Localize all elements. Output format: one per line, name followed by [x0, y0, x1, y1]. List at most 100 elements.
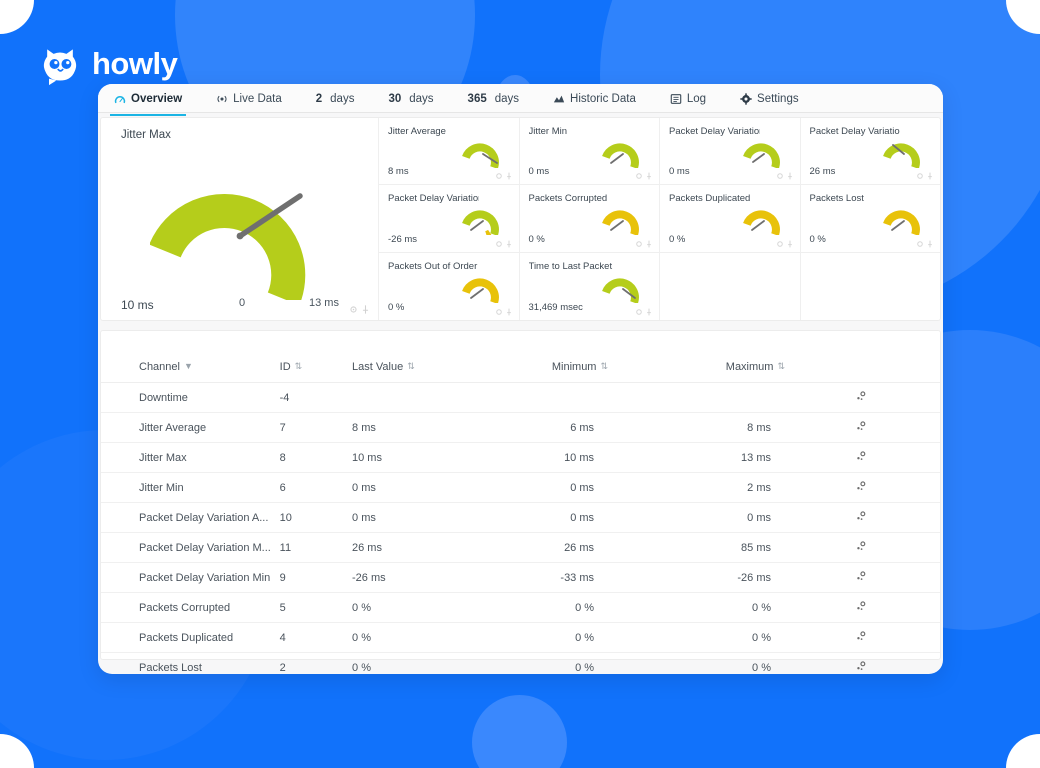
tab-30-days[interactable]: 30 days [388, 84, 433, 113]
column-header-minimum[interactable]: Minimum⇅ [516, 357, 686, 383]
small-gauge-tools[interactable] [916, 240, 934, 248]
pin-icon[interactable] [505, 172, 513, 180]
tab-log[interactable]: Log [670, 84, 706, 113]
gear-icon[interactable] [635, 172, 643, 180]
small-gauge-tools[interactable] [776, 240, 794, 248]
pin-icon[interactable] [361, 305, 370, 314]
small-gauge-packets-duplicated[interactable]: Packets Duplicated 0 % [660, 185, 801, 252]
table-row[interactable]: Packets Corrupted50 %0 %0 % [101, 593, 940, 623]
gear-icon[interactable] [635, 308, 643, 316]
small-gauge-tools[interactable] [495, 172, 513, 180]
pin-icon[interactable] [786, 172, 794, 180]
cell-actions[interactable] [855, 563, 940, 593]
small-gauge-packets-corrupted[interactable]: Packets Corrupted 0 % [520, 185, 661, 252]
small-gauge-jitter-average[interactable]: Jitter Average 8 ms [379, 118, 520, 185]
pin-icon[interactable] [926, 172, 934, 180]
small-gauge-packet-delay-variation-min[interactable]: Packet Delay Variation -26 ms [379, 185, 520, 252]
small-gauge-svg [601, 197, 645, 235]
cell-maximum: 0 % [686, 623, 855, 653]
cell-actions[interactable] [855, 443, 940, 473]
settings-dots-icon[interactable] [855, 451, 866, 465]
small-gauge-tools[interactable] [916, 172, 934, 180]
pin-icon[interactable] [505, 308, 513, 316]
small-gauge-packets-lost[interactable]: Packets Lost 0 % [801, 185, 941, 252]
cell-actions[interactable] [855, 383, 940, 413]
gear-icon[interactable] [776, 172, 784, 180]
cell-actions[interactable] [855, 533, 940, 563]
settings-dots-icon[interactable] [855, 481, 866, 495]
sort-desc-icon[interactable]: ▼ [184, 361, 193, 371]
table-row[interactable]: Packets Lost20 %0 %0 % [101, 653, 940, 675]
gear-icon[interactable] [776, 240, 784, 248]
column-header-last-value[interactable]: Last Value⇅ [352, 357, 516, 383]
pin-icon[interactable] [645, 240, 653, 248]
small-gauge-svg [461, 130, 505, 168]
small-gauge-value: 0 ms [669, 166, 690, 177]
sort-icon[interactable]: ⇅ [295, 361, 303, 372]
small-gauge-tools[interactable] [495, 240, 513, 248]
table-row[interactable]: Jitter Min60 ms0 ms2 ms [101, 473, 940, 503]
settings-dots-icon[interactable] [855, 421, 866, 435]
gear-icon[interactable] [916, 172, 924, 180]
pin-icon[interactable] [645, 172, 653, 180]
settings-dots-icon[interactable] [855, 391, 866, 405]
gear-icon[interactable] [495, 308, 503, 316]
settings-dots-icon[interactable] [855, 661, 866, 675]
cell-actions[interactable] [855, 413, 940, 443]
main-gauge-jitter-max[interactable]: Jitter Max 10 ms 0 13 ms [101, 118, 379, 320]
gear-icon[interactable] [495, 172, 503, 180]
pin-icon[interactable] [926, 240, 934, 248]
settings-dots-icon[interactable] [855, 631, 866, 645]
table-row[interactable]: Packets Duplicated40 %0 %0 % [101, 623, 940, 653]
small-gauge-packet-delay-variation-max[interactable]: Packet Delay Variation 26 ms [801, 118, 941, 185]
column-header-actions [855, 357, 940, 383]
gear-icon[interactable] [349, 305, 358, 314]
pin-icon[interactable] [786, 240, 794, 248]
cell-actions[interactable] [855, 593, 940, 623]
sort-icon[interactable]: ⇅ [407, 361, 415, 372]
settings-dots-icon[interactable] [855, 511, 866, 525]
table-row[interactable]: Downtime-4 [101, 383, 940, 413]
tab-settings[interactable]: Settings [740, 84, 799, 113]
column-header-maximum[interactable]: Maximum⇅ [686, 357, 855, 383]
tab-365-days[interactable]: 365 days [468, 84, 519, 113]
cell-actions[interactable] [855, 623, 940, 653]
small-gauge-value: 0 % [810, 234, 826, 245]
small-gauge-tools[interactable] [635, 172, 653, 180]
small-gauge-value: 0 % [669, 234, 685, 245]
settings-dots-icon[interactable] [855, 601, 866, 615]
cell-actions[interactable] [855, 503, 940, 533]
table-row[interactable]: Jitter Average78 ms6 ms8 ms [101, 413, 940, 443]
pin-icon[interactable] [645, 308, 653, 316]
cell-actions[interactable] [855, 653, 940, 675]
column-header-channel[interactable]: Channel▼ [101, 357, 280, 383]
table-row[interactable]: Packet Delay Variation M...1126 ms26 ms8… [101, 533, 940, 563]
settings-dots-icon[interactable] [855, 571, 866, 585]
pin-icon[interactable] [505, 240, 513, 248]
table-row[interactable]: Packet Delay Variation Min9-26 ms-33 ms-… [101, 563, 940, 593]
small-gauge-row: Packet Delay Variation -26 ms [379, 185, 940, 252]
sort-icon[interactable]: ⇅ [777, 361, 785, 372]
small-gauge-packet-delay-variation-avg[interactable]: Packet Delay Variation 0 ms [660, 118, 801, 185]
tab-2-days[interactable]: 2 days [316, 84, 355, 113]
tab-overview[interactable]: Overview [114, 84, 182, 113]
gear-icon[interactable] [495, 240, 503, 248]
table-row[interactable]: Jitter Max810 ms10 ms13 ms [101, 443, 940, 473]
table-row[interactable]: Packet Delay Variation A...100 ms0 ms0 m… [101, 503, 940, 533]
gear-icon[interactable] [635, 240, 643, 248]
main-gauge-tools[interactable] [349, 305, 370, 314]
small-gauge-jitter-min[interactable]: Jitter Min 0 ms [520, 118, 661, 185]
column-header-id[interactable]: ID⇅ [280, 357, 352, 383]
cell-actions[interactable] [855, 473, 940, 503]
sort-icon[interactable]: ⇅ [600, 361, 608, 372]
tab-live-data[interactable]: Live Data [216, 84, 282, 113]
gear-icon[interactable] [916, 240, 924, 248]
small-gauge-tools[interactable] [776, 172, 794, 180]
small-gauge-packets-out-of-order[interactable]: Packets Out of Order 0 % [379, 253, 520, 320]
settings-dots-icon[interactable] [855, 541, 866, 555]
small-gauge-tools[interactable] [635, 240, 653, 248]
small-gauge-tools[interactable] [495, 308, 513, 316]
small-gauge-tools[interactable] [635, 308, 653, 316]
tab-historic-data[interactable]: Historic Data [553, 84, 636, 113]
small-gauge-time-to-last-packet[interactable]: Time to Last Packet 31,469 msec [520, 253, 661, 320]
